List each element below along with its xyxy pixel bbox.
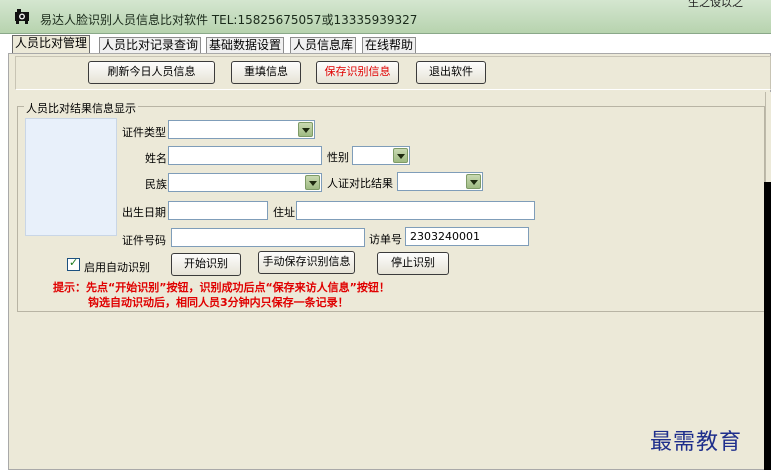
tab-online-help[interactable]: 在线帮助 (362, 37, 417, 53)
start-recognition-button[interactable]: 开始识别 (171, 253, 241, 276)
visit-no-label: 访单号 (369, 233, 402, 246)
id-type-label: 证件类型 (122, 126, 166, 139)
corner-text: 生之设以之 (688, 0, 743, 9)
stop-recognition-button[interactable]: 停止识别 (377, 252, 449, 275)
group-title: 人员比对结果信息显示 (24, 100, 138, 116)
birthdate-input[interactable] (168, 201, 268, 220)
gender-label: 性别 (327, 151, 349, 164)
window-title: 易达人脸识别人员信息比对软件 TEL:15825675057或133359393… (40, 13, 418, 27)
name-label: 姓名 (145, 152, 167, 165)
ethnicity-select[interactable] (168, 173, 322, 192)
right-dark-pane (764, 182, 771, 470)
chevron-down-icon[interactable] (466, 174, 481, 189)
app-camera-icon (14, 8, 30, 24)
match-result-label: 人证对比结果 (327, 177, 393, 190)
tip-line-1: 提示：先点“开始识别”按钮，识别成功后点“保存来访人信息”按钮！ (53, 281, 390, 294)
chevron-down-icon[interactable] (305, 175, 320, 190)
tab-compare-records[interactable]: 人员比对记录查询 (99, 37, 202, 53)
birthdate-label: 出生日期 (122, 206, 166, 219)
match-result-select[interactable] (397, 172, 483, 191)
refresh-today-button[interactable]: 刷新今日人员信息 (88, 61, 215, 84)
exit-button[interactable]: 退出软件 (416, 61, 486, 84)
right-pane-edge (765, 92, 771, 182)
address-label: 住址 (273, 206, 295, 219)
id-number-label: 证件号码 (122, 234, 166, 247)
ethnicity-label: 民族 (145, 178, 167, 191)
save-recognition-button[interactable]: 保存识别信息 (316, 61, 399, 84)
tab-base-settings[interactable]: 基础数据设置 (206, 37, 285, 53)
id-number-input[interactable] (171, 228, 365, 247)
address-input[interactable] (296, 201, 535, 220)
watermark-text: 最需教育 (650, 430, 743, 455)
tab-person-compare[interactable]: 人员比对管理 (12, 35, 91, 53)
tip-line-2: 钩选自动识动后，相同人员3分钟内只保存一条记录！ (88, 296, 349, 309)
manual-save-button[interactable]: 手动保存识别信息 (258, 251, 355, 274)
auto-recognize-checkbox[interactable] (67, 256, 80, 271)
chevron-down-icon[interactable] (298, 122, 313, 137)
visit-no-input[interactable] (405, 227, 529, 246)
tab-strip: 人员比对管理 人员比对记录查询 基础数据设置 人员信息库 在线帮助 (8, 35, 771, 53)
chevron-down-icon[interactable] (393, 148, 408, 163)
refill-button[interactable]: 重填信息 (231, 61, 301, 84)
auto-recognize-label: 启用自动识别 (84, 261, 150, 274)
gender-select[interactable] (352, 146, 410, 165)
id-type-select[interactable] (168, 120, 315, 139)
tab-person-database[interactable]: 人员信息库 (290, 37, 357, 53)
name-input[interactable] (168, 146, 322, 165)
face-photo (25, 118, 117, 236)
